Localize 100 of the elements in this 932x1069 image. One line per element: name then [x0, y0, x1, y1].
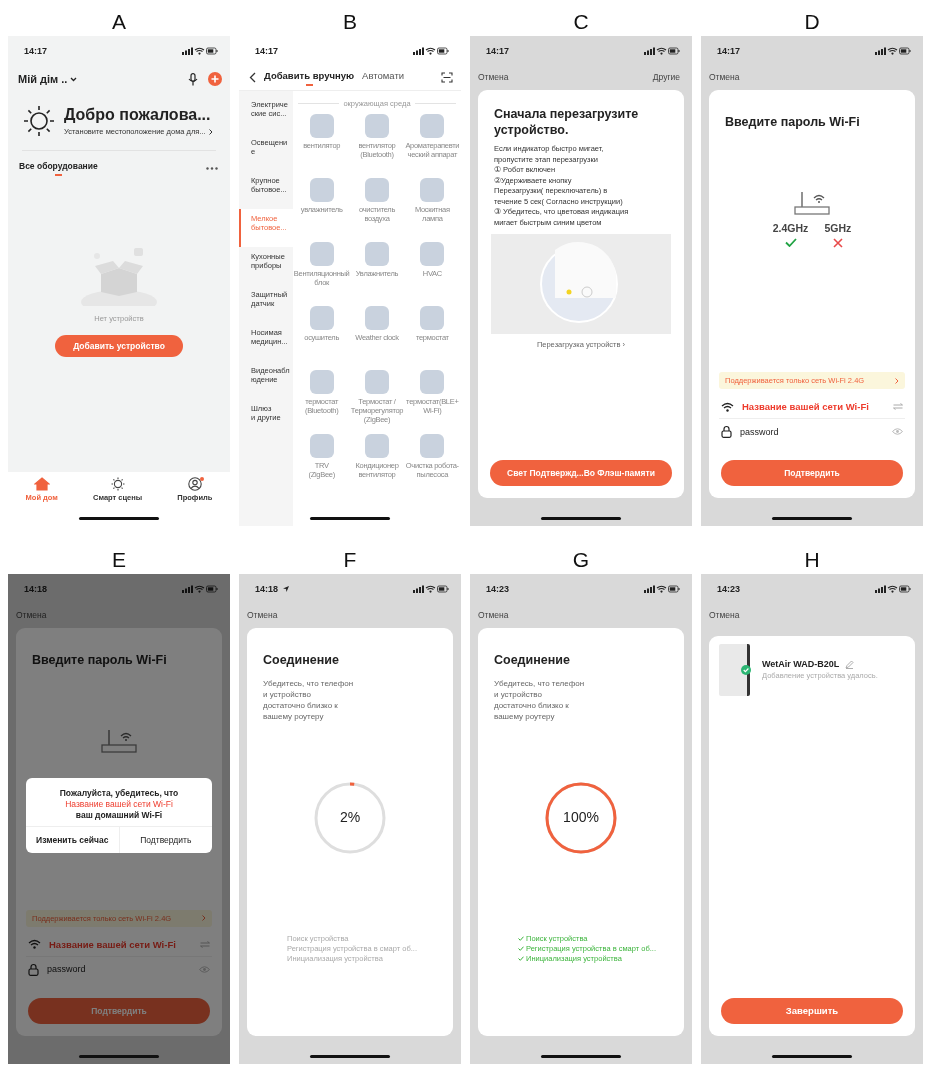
status-time: 14:17: [717, 46, 741, 56]
back-icon[interactable]: [249, 71, 256, 83]
status-icons-drawing: [182, 47, 218, 55]
panel-label: G: [572, 546, 590, 573]
panel-label: F: [343, 546, 357, 573]
progress-percent: 2%: [338, 808, 362, 825]
status-time: 14:18: [24, 583, 48, 594]
cancel-link[interactable]: Отмена: [709, 72, 740, 82]
router-icon: [99, 727, 139, 754]
cancel-link[interactable]: Отмена: [16, 609, 47, 620]
photo-placeholder[interactable]: [365, 370, 389, 394]
status-time: 14:17: [255, 46, 279, 56]
photo-placeholder[interactable]: [420, 114, 445, 138]
wifi-icon: [28, 939, 41, 949]
photo-placeholder[interactable]: [420, 178, 445, 202]
photo-placeholder[interactable]: [309, 434, 334, 458]
more-icon[interactable]: [206, 167, 218, 170]
success-check-icon: [741, 664, 751, 675]
card-title: Введите пароль Wi-Fi: [724, 114, 861, 130]
photo-placeholder: [719, 643, 750, 696]
swap-icon[interactable]: [893, 403, 903, 410]
photo-placeholder[interactable]: [309, 114, 334, 138]
photo-placeholder[interactable]: [420, 242, 445, 266]
network-name-field[interactable]: Название вашей сети Wi-Fi: [49, 938, 192, 950]
status-icons-drawing: [644, 47, 680, 55]
sun-icon: [22, 104, 56, 138]
photo-placeholder[interactable]: [420, 370, 445, 394]
other-link[interactable]: Другие: [652, 72, 680, 82]
add-button[interactable]: [208, 72, 222, 86]
dialog-message: ваш домашний Wi-Fi: [75, 809, 163, 820]
photo-placeholder[interactable]: [309, 370, 334, 394]
pencil-icon[interactable]: [845, 659, 855, 669]
home-icon: [33, 477, 50, 491]
scan-icon[interactable]: [441, 71, 453, 83]
photo-placeholder[interactable]: [420, 434, 445, 458]
cancel-link[interactable]: Отмена: [478, 609, 509, 620]
profile-icon: [186, 477, 203, 491]
photo-placeholder[interactable]: [365, 306, 389, 330]
photo-placeholder[interactable]: [420, 306, 445, 330]
dialog-button[interactable]: Подтвердить: [119, 826, 212, 853]
microphone-icon[interactable]: [188, 72, 198, 86]
password-field[interactable]: password: [47, 964, 191, 974]
dialog-button[interactable]: Изменить сейчас: [26, 826, 120, 853]
progress-percent: 100%: [562, 808, 600, 825]
swap-icon[interactable]: [200, 940, 210, 948]
photo-placeholder[interactable]: [365, 178, 389, 202]
sun-icon: [109, 477, 126, 491]
instruction-text: Убедитесь, что телефон и устройство достаточно близко к вашему роутеру: [262, 677, 355, 722]
eye-icon[interactable]: [892, 428, 903, 435]
dialog-message: Пожалуйста, убедитесь, что: [59, 787, 179, 798]
instruction-text: Убедитесь, что телефон и устройство достаточно близко к вашему роутеру: [493, 677, 586, 722]
network-name-field[interactable]: Название вашей сети Wi-Fi: [742, 401, 885, 412]
cancel-link[interactable]: Отмена: [247, 609, 278, 620]
confirm-button[interactable]: Подтвердить: [721, 460, 903, 486]
lock-icon: [28, 962, 39, 976]
photo-placeholder[interactable]: [365, 114, 389, 138]
status-time: 14:17: [486, 46, 510, 56]
wifi-icon: [721, 401, 734, 412]
photo-placeholder[interactable]: [309, 242, 334, 266]
chevron-down-icon: [70, 76, 78, 82]
mode-tab[interactable]: Автомати: [362, 70, 405, 84]
confirm-button[interactable]: Подтвердить: [28, 997, 210, 1024]
status-time: 14:18: [255, 583, 279, 594]
add-device-button[interactable]: Добавить устройство: [55, 335, 183, 357]
panel-label: A: [112, 9, 126, 35]
status-icons-drawing: [875, 584, 911, 593]
confirm-button[interactable]: Свет Подтвержд...Во Флэш-памяти: [490, 460, 672, 486]
cancel-link[interactable]: Отмена: [478, 72, 509, 82]
photo-placeholder[interactable]: [365, 242, 389, 266]
password-field[interactable]: password: [740, 426, 884, 437]
photo-placeholder[interactable]: [365, 434, 389, 458]
card-title: Введите пароль Wi-Fi: [31, 651, 168, 668]
chevron-right-icon: [208, 128, 213, 135]
card-title: Соединение: [493, 651, 571, 668]
chevron-right-icon: [202, 915, 206, 921]
panel-label: E: [112, 546, 126, 573]
panel-label: H: [804, 546, 820, 573]
card-title: Сначала перезагрузите устройство.: [493, 106, 640, 138]
welcome-title: Добро пожалова...: [64, 106, 212, 124]
dialog-network-name: Название вашей сети Wi-Fi: [65, 798, 173, 809]
photo-placeholder[interactable]: [309, 306, 334, 330]
cancel-link[interactable]: Отмена: [709, 609, 740, 620]
band-label: 2.4GHz: [772, 222, 809, 234]
router-icon: [792, 190, 832, 216]
finish-button[interactable]: Завершить: [721, 997, 903, 1024]
devices-tab[interactable]: Все оборудование: [19, 161, 98, 176]
band-label: 5GHz: [824, 222, 852, 234]
home-selector[interactable]: Мій дім ..: [18, 73, 78, 85]
status-icons-drawing: [413, 584, 449, 593]
plus-icon: [211, 75, 219, 83]
device-name: WetAir WAD-B20L: [762, 659, 840, 669]
status-icons-drawing: [182, 584, 218, 593]
status-time: 14:23: [486, 583, 510, 594]
photo-placeholder[interactable]: [309, 178, 334, 202]
panel-label: B: [343, 9, 357, 35]
eye-icon[interactable]: [199, 965, 210, 973]
status-icons-drawing: [875, 47, 911, 55]
mode-tab[interactable]: Добавить вручную: [264, 70, 355, 84]
status-time: 14:17: [24, 46, 48, 56]
status-icons-drawing: [413, 47, 449, 55]
